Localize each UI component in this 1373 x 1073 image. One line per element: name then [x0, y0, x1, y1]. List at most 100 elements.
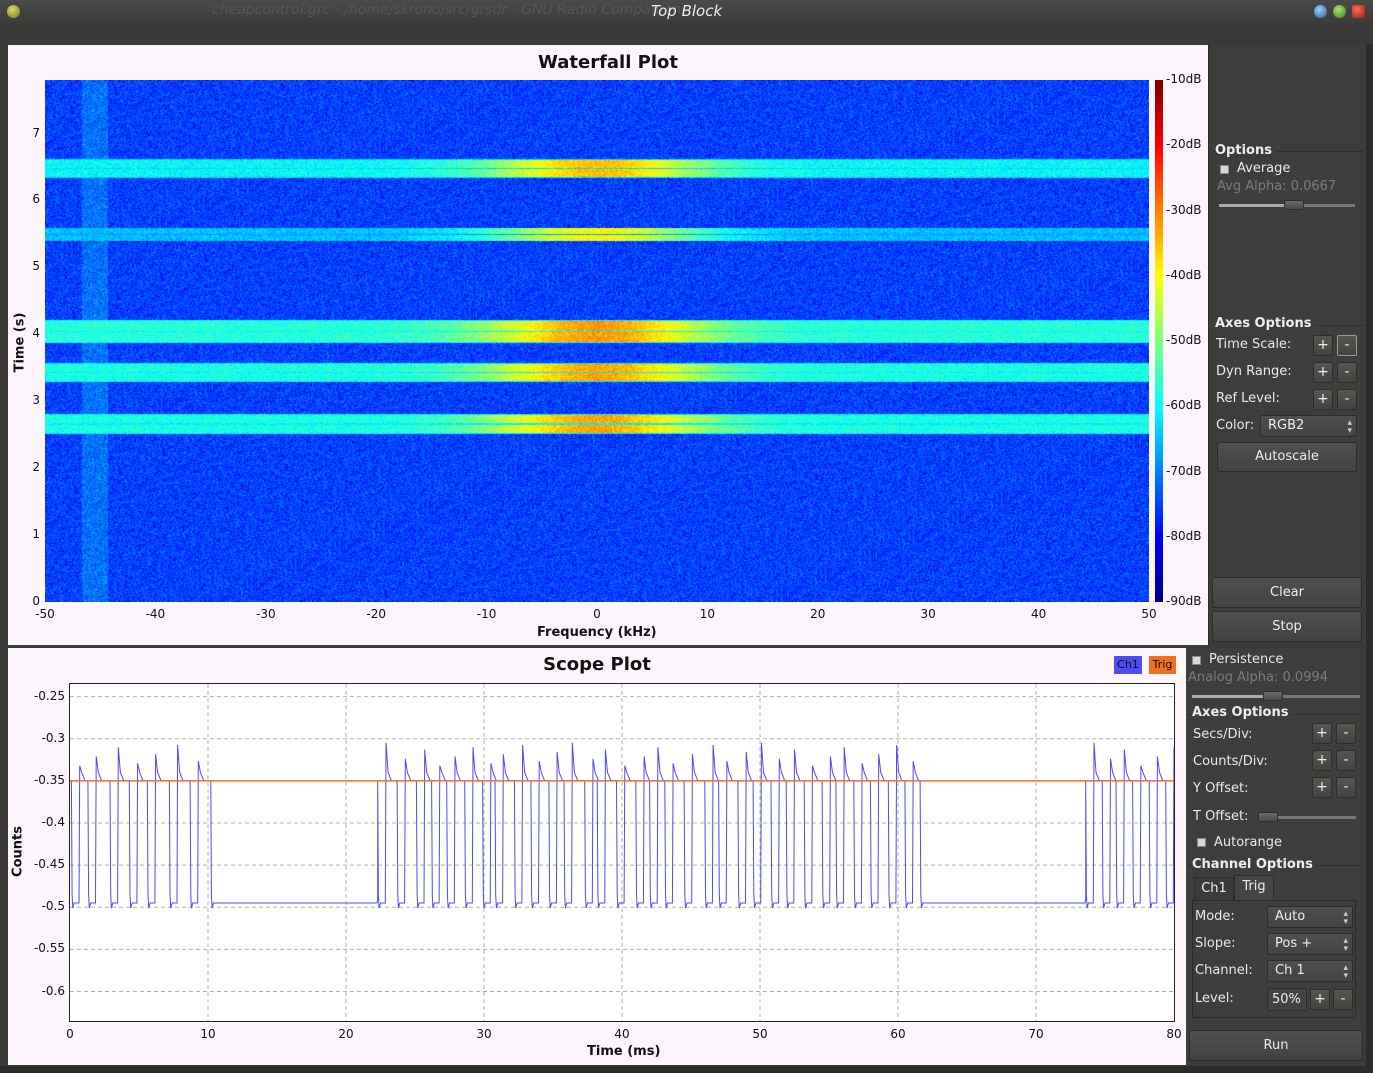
waterfall-x-tick: -40	[145, 607, 166, 621]
axes-options-heading: Axes Options	[1215, 316, 1316, 331]
t-offset-label: T Offset:	[1193, 809, 1249, 824]
level-minus-button[interactable]: -	[1333, 989, 1353, 1010]
scope-y-tick: -0.35	[33, 772, 65, 787]
waterfall-x-tick: 30	[920, 607, 936, 621]
waterfall-title: Waterfall Plot	[538, 52, 678, 73]
waterfall-x-tick: 10	[699, 607, 716, 621]
color-label: Color:	[1216, 418, 1255, 433]
maximize-icon[interactable]	[1333, 5, 1346, 18]
waterfall-y-tick: 0	[32, 594, 40, 608]
waterfall-y-tick: 6	[32, 192, 40, 207]
close-icon[interactable]	[1352, 5, 1365, 18]
tab-trig[interactable]: Trig	[1234, 875, 1274, 901]
scope-x-tick: 50	[752, 1027, 768, 1041]
legend-trig: Trig	[1149, 656, 1176, 674]
persistence-checkbox[interactable]	[1192, 656, 1201, 665]
scope-y-axis-label: Counts	[10, 826, 26, 877]
autoscale-button[interactable]: Autoscale	[1217, 442, 1357, 472]
avg-alpha-readout: Avg Alpha: 0.0667	[1217, 179, 1336, 194]
colorbar-tick: -70dB	[1166, 463, 1202, 478]
colorbar-tick: -50dB	[1166, 333, 1202, 347]
time-scale-minus-button[interactable]: -	[1337, 335, 1357, 356]
channel-select[interactable]: Ch 1 ▴ ▾	[1267, 960, 1353, 982]
y-offset-label: Y Offset:	[1193, 781, 1249, 796]
colorbar-tick: -80dB	[1166, 528, 1202, 543]
scope-y-tick: -0.5	[41, 899, 65, 914]
waterfall-colorbar	[1155, 80, 1163, 602]
waterfall-y-axis-label: Time (s)	[12, 312, 28, 373]
waterfall-heatmap[interactable]	[45, 80, 1149, 602]
scope-x-tick: 30	[476, 1027, 492, 1041]
scope-x-tick: 70	[1028, 1027, 1044, 1041]
time-scale-plus-button[interactable]: +	[1313, 335, 1333, 356]
slope-select-value: Pos +	[1275, 936, 1313, 951]
minimize-icon[interactable]	[1314, 5, 1327, 18]
ref-level-minus-button[interactable]: -	[1337, 389, 1357, 410]
dyn-range-plus-button[interactable]: +	[1313, 362, 1333, 383]
scope-x-tick: 20	[338, 1027, 354, 1041]
tab-ch1[interactable]: Ch1	[1194, 877, 1234, 901]
analog-alpha-value: 0.0994	[1282, 670, 1329, 685]
counts-div-minus-button[interactable]: -	[1336, 750, 1356, 771]
scope-y-tick: -0.3	[41, 730, 65, 745]
avg-alpha-label: Avg Alpha:	[1217, 179, 1287, 194]
analog-alpha-label: Analog Alpha:	[1188, 670, 1279, 685]
autorange-checkbox[interactable]	[1197, 838, 1206, 847]
level-field[interactable]: 50%	[1267, 988, 1307, 1011]
colorbar-tick: -10dB	[1166, 72, 1202, 86]
scope-panel: Scope Plot Ch1 Trig 0 10 20 30 40 50 60 70 80 -0…	[8, 648, 1186, 1065]
level-plus-button[interactable]: +	[1310, 989, 1330, 1010]
scope-controls: Persistence Analog Alpha: 0.0994 Axes Op…	[1186, 648, 1366, 1065]
waterfall-x-tick: -30	[255, 607, 276, 621]
mode-select[interactable]: Auto ▴ ▾	[1267, 906, 1353, 928]
window-border-bottom	[0, 1066, 1373, 1073]
channel-label: Channel:	[1195, 963, 1253, 978]
persistence-label: Persistence	[1209, 652, 1284, 667]
colorbar-tick: -60dB	[1166, 398, 1202, 413]
average-checkbox[interactable]	[1220, 165, 1229, 174]
color-select[interactable]: RGB2 ▴ ▾	[1260, 415, 1357, 437]
avg-alpha-slider[interactable]	[1219, 200, 1355, 210]
mode-select-value: Auto	[1275, 909, 1306, 924]
ref-level-plus-button[interactable]: +	[1313, 389, 1333, 410]
channel-select-value: Ch 1	[1275, 963, 1305, 978]
options-heading: Options	[1215, 143, 1276, 158]
secs-div-minus-button[interactable]: -	[1336, 723, 1356, 744]
window-menu-icon[interactable]	[7, 5, 20, 18]
colorbar-tick: -30dB	[1166, 202, 1202, 217]
scope-y-tick: -0.25	[33, 688, 65, 703]
app-window: cheapcontrol.grc - /home/skrono/src/grsd…	[0, 0, 1373, 1073]
slope-select[interactable]: Pos + ▴ ▾	[1267, 933, 1353, 955]
colorbar-tick: -40dB	[1166, 267, 1202, 282]
colorbar-tick: -20dB	[1166, 137, 1202, 152]
analog-alpha-readout: Analog Alpha: 0.0994	[1188, 670, 1328, 685]
scope-x-tick: 10	[200, 1027, 216, 1041]
y-offset-minus-button[interactable]: -	[1336, 777, 1356, 798]
combo-arrow-icon: ▴ ▾	[1343, 909, 1348, 927]
level-label: Level:	[1195, 991, 1234, 1006]
scope-x-axis-label: Time (ms)	[587, 1044, 661, 1059]
waterfall-x-tick: 50	[1141, 607, 1157, 621]
autorange-label: Autorange	[1214, 835, 1282, 850]
waterfall-x-tick: 40	[1030, 607, 1047, 621]
run-button[interactable]: Run	[1189, 1030, 1363, 1061]
y-offset-plus-button[interactable]: +	[1312, 777, 1332, 798]
clear-button[interactable]: Clear	[1212, 577, 1362, 608]
dyn-range-minus-button[interactable]: -	[1337, 362, 1357, 383]
combo-arrow-icon: ▴ ▾	[1343, 936, 1348, 954]
analog-alpha-slider[interactable]	[1192, 691, 1360, 701]
mode-label: Mode:	[1195, 909, 1235, 924]
t-offset-slider[interactable]	[1258, 812, 1356, 822]
counts-div-plus-button[interactable]: +	[1312, 750, 1332, 771]
colorbar-tick: -90dB	[1166, 594, 1202, 608]
scope-y-tick: -0.6	[41, 983, 65, 998]
secs-div-plus-button[interactable]: +	[1312, 723, 1332, 744]
waterfall-y-tick: 1	[32, 527, 40, 542]
waterfall-x-tick: -50	[35, 607, 55, 621]
ref-level-label: Ref Level:	[1216, 391, 1280, 406]
waterfall-y-tick: 7	[32, 125, 40, 140]
scope-axes-options-heading: Axes Options	[1192, 705, 1293, 720]
stop-button[interactable]: Stop	[1212, 611, 1362, 642]
scope-plot-area[interactable]	[69, 683, 1175, 1022]
slope-label: Slope:	[1195, 936, 1236, 951]
